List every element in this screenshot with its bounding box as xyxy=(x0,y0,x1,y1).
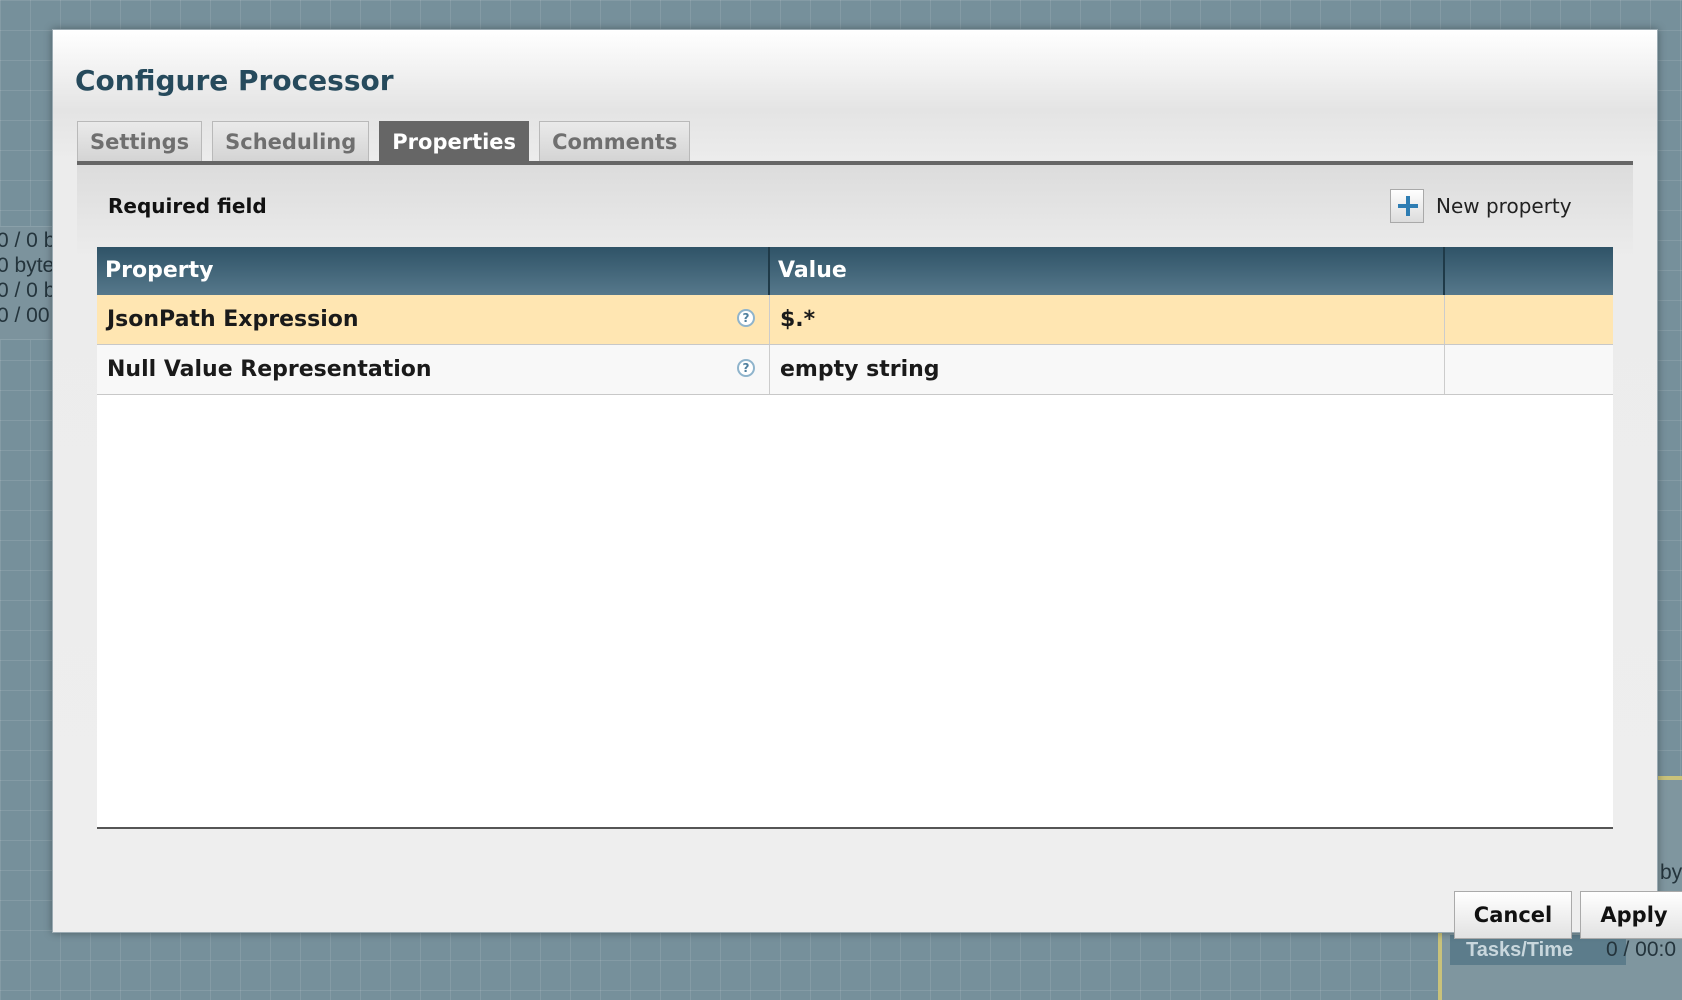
property-name-cell[interactable]: Null Value Representation ? xyxy=(97,345,770,394)
background-tasks-value: 0 / 00:0 xyxy=(1606,938,1677,961)
background-stat-line: 0 byte xyxy=(0,254,55,277)
apply-button[interactable]: Apply xyxy=(1580,891,1682,939)
required-field-label: Required field xyxy=(108,194,267,218)
configure-processor-dialog: Configure Processor Settings Scheduling … xyxy=(52,29,1682,939)
tab-settings[interactable]: Settings xyxy=(77,121,203,161)
property-value-cell[interactable]: empty string xyxy=(770,345,1445,394)
property-actions-cell xyxy=(1445,295,1613,344)
table-header: Property Value xyxy=(97,247,1613,295)
property-name: Null Value Representation xyxy=(107,357,432,382)
column-header-value[interactable]: Value xyxy=(770,247,1445,295)
tab-comments[interactable]: Comments xyxy=(539,121,691,161)
cancel-button[interactable]: Cancel xyxy=(1454,891,1572,939)
help-icon[interactable]: ? xyxy=(737,309,755,327)
background-stat-line: by xyxy=(1660,861,1682,884)
column-header-actions xyxy=(1445,247,1613,295)
properties-table: Property Value JsonPath Expression ? $.*… xyxy=(97,247,1613,829)
background-tasks-label: Tasks/Time xyxy=(1450,935,1626,965)
background-stat-line: 0 / 0 b xyxy=(0,279,56,302)
tab-bar: Settings Scheduling Properties Comments xyxy=(77,121,691,161)
property-name: JsonPath Expression xyxy=(107,307,359,332)
column-header-property[interactable]: Property xyxy=(97,247,770,295)
property-name-cell[interactable]: JsonPath Expression ? xyxy=(97,295,770,344)
help-icon[interactable]: ? xyxy=(737,359,755,377)
property-value-cell[interactable]: $.* xyxy=(770,295,1445,344)
table-row[interactable]: Null Value Representation ? empty string xyxy=(97,345,1613,395)
property-actions-cell xyxy=(1445,345,1613,394)
table-row[interactable]: JsonPath Expression ? $.* xyxy=(97,295,1613,345)
background-stat-line: 0 / 0 b xyxy=(0,229,56,252)
dialog-title: Configure Processor xyxy=(75,64,394,97)
tab-properties[interactable]: Properties xyxy=(379,121,530,161)
background-stat-line: 0 / 00 xyxy=(0,304,50,327)
tab-scheduling[interactable]: Scheduling xyxy=(212,121,370,161)
new-property-button[interactable]: New property xyxy=(1390,189,1572,223)
background-processor-stats: 0 / 0 b 0 byte 0 / 0 b 0 / 00 xyxy=(0,226,58,340)
new-property-label[interactable]: New property xyxy=(1436,194,1572,218)
plus-icon[interactable] xyxy=(1390,189,1424,223)
